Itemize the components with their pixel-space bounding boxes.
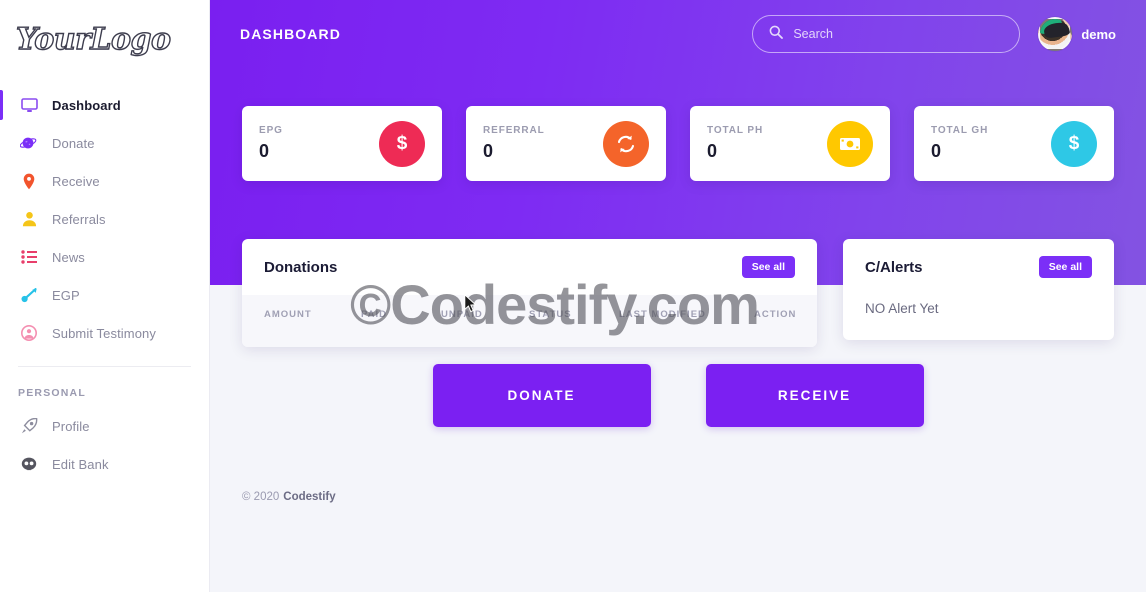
active-indicator (0, 90, 3, 120)
dollar-icon: $ (1051, 120, 1097, 167)
sidebar-item-news[interactable]: News (0, 238, 209, 276)
stat-label: EPG (259, 125, 283, 136)
column-header-amount: AMOUNT (264, 308, 312, 320)
list-icon (18, 247, 40, 267)
stat-text: TOTAL PH 0 (707, 125, 827, 162)
search-input[interactable] (793, 27, 1004, 41)
sidebar-item-label: Submit Testimony (52, 325, 156, 341)
dollar-icon: $ (379, 120, 425, 167)
sidebar-item-label: Edit Bank (52, 456, 109, 472)
sidebar-item-label: Receive (52, 173, 100, 189)
alerts-empty-text: NO Alert Yet (865, 301, 939, 316)
stat-value: 0 (931, 141, 942, 161)
sidebar-item-dashboard[interactable]: Dashboard (0, 86, 209, 124)
stat-text: TOTAL GH 0 (931, 125, 1051, 162)
sidebar-item-referrals[interactable]: Referrals (0, 200, 209, 238)
stat-card-total-ph[interactable]: TOTAL PH 0 (690, 106, 890, 181)
alerts-see-all-button[interactable]: See all (1038, 256, 1092, 278)
donations-see-all-button[interactable]: See all (741, 256, 795, 278)
receive-button[interactable]: RECEIVE (705, 364, 924, 427)
logo[interactable]: YourLogo (0, 0, 209, 78)
column-header-paid: PAID (361, 308, 387, 320)
column-header-status: STATUS (529, 308, 572, 320)
user-menu[interactable]: demo (1038, 17, 1116, 51)
stat-card-referral[interactable]: REFERRAL 0 (466, 106, 666, 181)
topbar-right: demo (752, 15, 1116, 53)
sidebar-item-receive[interactable]: Receive (0, 162, 209, 200)
stat-text: EPG 0 (259, 125, 379, 162)
user-circle-icon (18, 323, 40, 343)
sidebar-nav: Dashboard Donate Receive Referrals News … (0, 78, 209, 483)
money-icon (827, 120, 873, 167)
key-icon (18, 285, 40, 305)
logo-text: YourLogo (15, 21, 171, 57)
avatar (1038, 17, 1073, 51)
page-title: DASHBOARD (240, 26, 341, 42)
search-icon (769, 25, 784, 44)
user-name: demo (1081, 26, 1116, 42)
stat-label: TOTAL GH (931, 125, 989, 136)
stat-text: REFERRAL 0 (483, 125, 603, 162)
action-buttons: DONATE RECEIVE (210, 347, 1146, 427)
alerts-body: NO Alert Yet (843, 295, 1114, 340)
alerts-panel: C/Alerts See all NO Alert Yet (843, 239, 1114, 340)
dashboard-page: YourLogo Dashboard Donate Receive Referr… (0, 0, 1146, 592)
sidebar-item-profile[interactable]: Profile (0, 407, 209, 445)
stat-value: 0 (483, 141, 494, 161)
sidebar-item-label: Dashboard (52, 97, 121, 113)
sidebar-item-label: Referrals (52, 211, 106, 227)
stat-card-total-gh[interactable]: TOTAL GH 0 $ (914, 106, 1114, 181)
footer: © 2020 Codestify (210, 427, 1146, 503)
stat-value: 0 (259, 141, 270, 161)
sidebar-section-heading: PERSONAL (18, 387, 86, 399)
sidebar-item-label: Donate (52, 135, 95, 151)
sidebar: YourLogo Dashboard Donate Receive Referr… (0, 0, 210, 592)
panel-title: C/Alerts (865, 258, 923, 276)
refresh-icon (603, 120, 649, 167)
sidebar-item-label: News (52, 249, 85, 265)
bank-icon (18, 454, 40, 474)
column-header-action: ACTION (754, 308, 797, 320)
sidebar-item-label: Profile (52, 418, 90, 434)
stat-card-epg[interactable]: EPG 0 $ (242, 106, 442, 181)
search-box[interactable] (752, 15, 1021, 53)
topbar: DASHBOARD demo (210, 0, 1146, 68)
sidebar-item-label: EGP (52, 287, 80, 303)
sidebar-item-egp[interactable]: EGP (0, 276, 209, 314)
donations-table-header: AMOUNT PAID UNPAID STATUS LAST MODIFIED … (242, 295, 817, 333)
donations-panel: Donations See all AMOUNT PAID UNPAID STA… (242, 239, 817, 347)
panels-row: Donations See all AMOUNT PAID UNPAID STA… (210, 181, 1146, 347)
sidebar-item-submit-testimony[interactable]: Submit Testimony (0, 314, 209, 352)
planet-icon (18, 133, 40, 153)
alerts-panel-header: C/Alerts See all (843, 239, 1114, 295)
sidebar-item-edit-bank[interactable]: Edit Bank (0, 445, 209, 483)
stat-cards: EPG 0 $ REFERRAL 0 TOTAL PH 0 TOTAL GH 0… (210, 68, 1146, 181)
sidebar-item-donate[interactable]: Donate (0, 124, 209, 162)
donate-button[interactable]: DONATE (432, 364, 651, 427)
monitor-icon (18, 95, 40, 115)
panel-title: Donations (264, 258, 338, 276)
footer-brand: Codestify (283, 491, 336, 503)
footer-copyright: © 2020 (242, 491, 280, 503)
column-header-unpaid: UNPAID (441, 308, 483, 320)
rocket-icon (18, 416, 40, 436)
stat-label: TOTAL PH (707, 125, 764, 136)
main-content: DASHBOARD demo EPG 0 (210, 0, 1146, 592)
donations-panel-header: Donations See all (242, 239, 817, 295)
stat-value: 0 (707, 141, 718, 161)
stat-label: REFERRAL (483, 125, 545, 136)
column-header-last-modified: LAST MODIFIED (619, 308, 706, 320)
user-icon (18, 209, 40, 229)
location-pin-icon (18, 171, 40, 191)
donations-table-body (242, 333, 817, 347)
